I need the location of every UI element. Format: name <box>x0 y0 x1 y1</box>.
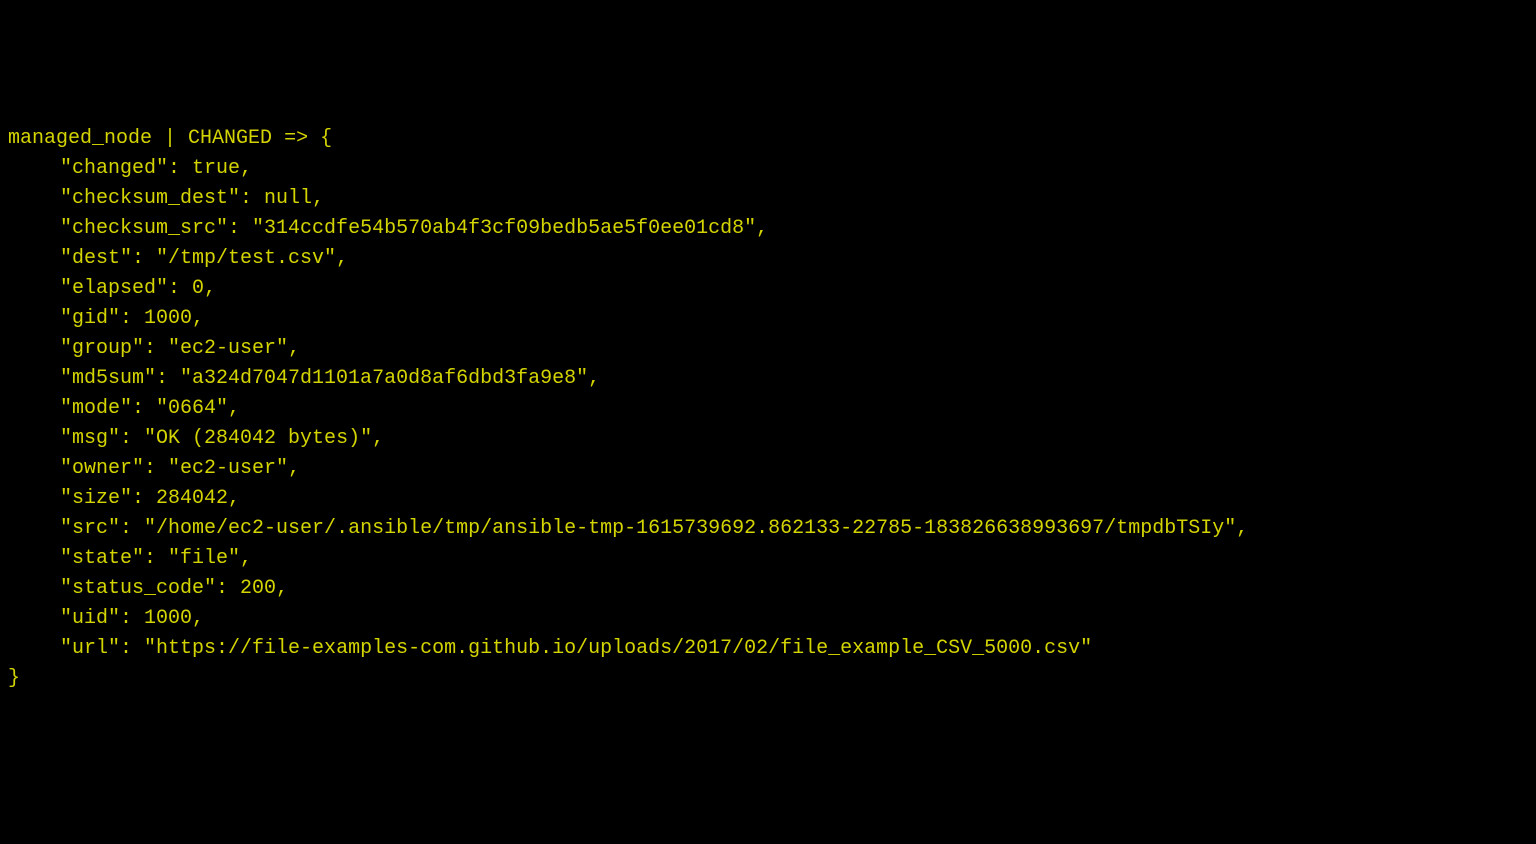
json-key: "checksum_dest" <box>60 187 240 210</box>
json-key: "elapsed" <box>60 277 168 300</box>
json-line-gid: "gid": 1000, <box>8 304 1528 334</box>
json-line-checksum-dest: "checksum_dest": null, <box>8 184 1528 214</box>
json-line-elapsed: "elapsed": 0, <box>8 274 1528 304</box>
json-line-size: "size": 284042, <box>8 484 1528 514</box>
json-value: "OK (284042 bytes)" <box>144 427 372 450</box>
json-key: "changed" <box>60 157 168 180</box>
json-value: 200 <box>240 577 276 600</box>
json-value: "ec2-user" <box>168 457 288 480</box>
json-value: "/home/ec2-user/.ansible/tmp/ansible-tmp… <box>144 517 1236 540</box>
json-key: "owner" <box>60 457 144 480</box>
json-value: "314ccdfe54b570ab4f3cf09bedb5ae5f0ee01cd… <box>252 217 756 240</box>
json-value: "file" <box>168 547 240 570</box>
json-key: "uid" <box>60 607 120 630</box>
json-value: 284042 <box>156 487 228 510</box>
json-line-md5sum: "md5sum": "a324d7047d1101a7a0d8af6dbd3fa… <box>8 364 1528 394</box>
json-line-src: "src": "/home/ec2-user/.ansible/tmp/ansi… <box>8 514 1528 544</box>
json-value: "/tmp/test.csv" <box>156 247 336 270</box>
json-value: null <box>264 187 312 210</box>
json-value: "a324d7047d1101a7a0d8af6dbd3fa9e8" <box>180 367 588 390</box>
json-line-checksum-src: "checksum_src": "314ccdfe54b570ab4f3cf09… <box>8 214 1528 244</box>
json-key: "state" <box>60 547 144 570</box>
json-line-group: "group": "ec2-user", <box>8 334 1528 364</box>
json-key: "mode" <box>60 397 132 420</box>
json-key: "group" <box>60 337 144 360</box>
json-value: true <box>192 157 240 180</box>
ansible-host: managed_node <box>8 127 152 150</box>
json-line-changed: "changed": true, <box>8 154 1528 184</box>
json-line-mode: "mode": "0664", <box>8 394 1528 424</box>
json-value: "https://file-examples-com.github.io/upl… <box>144 637 1092 660</box>
json-line-url: "url": "https://file-examples-com.github… <box>8 634 1528 664</box>
json-key: "md5sum" <box>60 367 156 390</box>
json-key: "size" <box>60 487 132 510</box>
json-key: "src" <box>60 517 120 540</box>
json-value: 1000 <box>144 607 192 630</box>
json-value: 0 <box>192 277 204 300</box>
closing-brace: } <box>8 667 20 690</box>
json-key: "status_code" <box>60 577 216 600</box>
ansible-status: CHANGED <box>188 127 272 150</box>
json-value: 1000 <box>144 307 192 330</box>
json-line-status-code: "status_code": 200, <box>8 574 1528 604</box>
json-key: "checksum_src" <box>60 217 228 240</box>
json-key: "dest" <box>60 247 132 270</box>
json-line-msg: "msg": "OK (284042 bytes)", <box>8 424 1528 454</box>
json-line-dest: "dest": "/tmp/test.csv", <box>8 244 1528 274</box>
json-key: "gid" <box>60 307 120 330</box>
header-arrow: => { <box>272 127 332 150</box>
json-key: "msg" <box>60 427 120 450</box>
json-key: "url" <box>60 637 120 660</box>
json-line-state: "state": "file", <box>8 544 1528 574</box>
header-separator: | <box>152 127 188 150</box>
json-value: "ec2-user" <box>168 337 288 360</box>
json-value: "0664" <box>156 397 228 420</box>
json-line-owner: "owner": "ec2-user", <box>8 454 1528 484</box>
